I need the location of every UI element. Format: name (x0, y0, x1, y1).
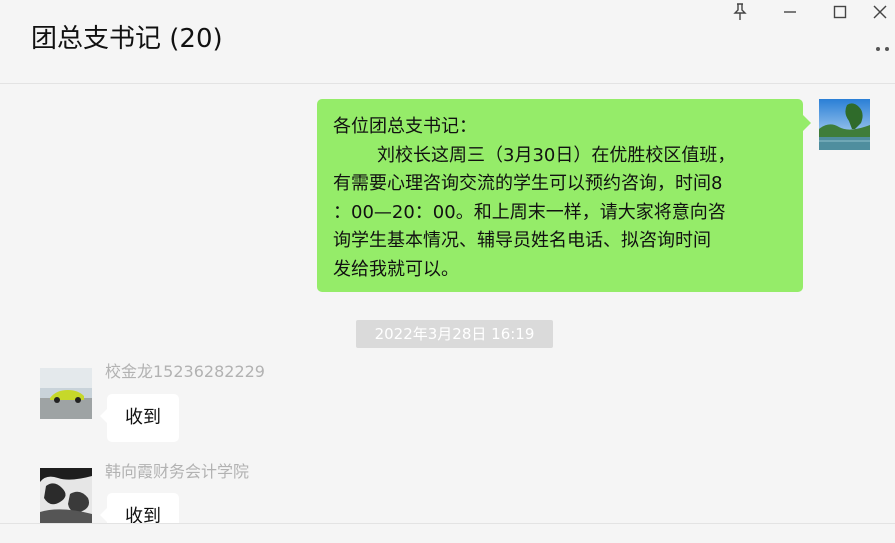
message-timestamp: 2022年3月28日 16:19 (356, 320, 553, 348)
message-line: 刘校长这周三（3月30日）在优胜校区值班， (377, 144, 736, 166)
maximize-icon[interactable] (825, 0, 855, 24)
input-area[interactable] (0, 524, 895, 543)
close-icon[interactable] (865, 0, 895, 24)
incoming-message-bubble[interactable]: 收到 (100, 493, 179, 523)
message-line: ：00—20：00。和上周末一样，请大家将意向咨 (333, 201, 726, 223)
outgoing-message-bubble[interactable]: 各位团总支书记： 刘校长这周三（3月30日）在优胜校区值班， 有需要心理咨询交流… (317, 99, 811, 292)
sender-avatar[interactable] (40, 468, 92, 523)
message-line: 各位团总支书记： (333, 116, 477, 137)
message-list[interactable]: 各位团总支书记： 刘校长这周三（3月30日）在优胜校区值班， 有需要心理咨询交流… (0, 84, 895, 523)
chat-header: 团总支书记 (20) (0, 0, 895, 84)
sender-avatar[interactable] (40, 368, 92, 419)
pin-icon[interactable] (725, 0, 755, 24)
message-line: 发给我就可以。 (333, 258, 459, 280)
sender-name: 校金龙15236282229 (105, 362, 265, 381)
my-avatar[interactable] (819, 99, 870, 150)
more-icon[interactable] (876, 42, 895, 56)
message-line: 询学生基本情况、辅导员姓名电话、拟咨询时间 (333, 230, 711, 251)
sender-name: 韩向霞财务会计学院 (105, 462, 250, 481)
chat-title[interactable]: 团总支书记 (20) (31, 22, 223, 56)
incoming-message-bubble[interactable]: 收到 (100, 394, 179, 442)
message-line: 有需要心理咨询交流的学生可以预约咨询，时间8 (333, 173, 723, 194)
minimize-icon[interactable] (775, 0, 805, 24)
